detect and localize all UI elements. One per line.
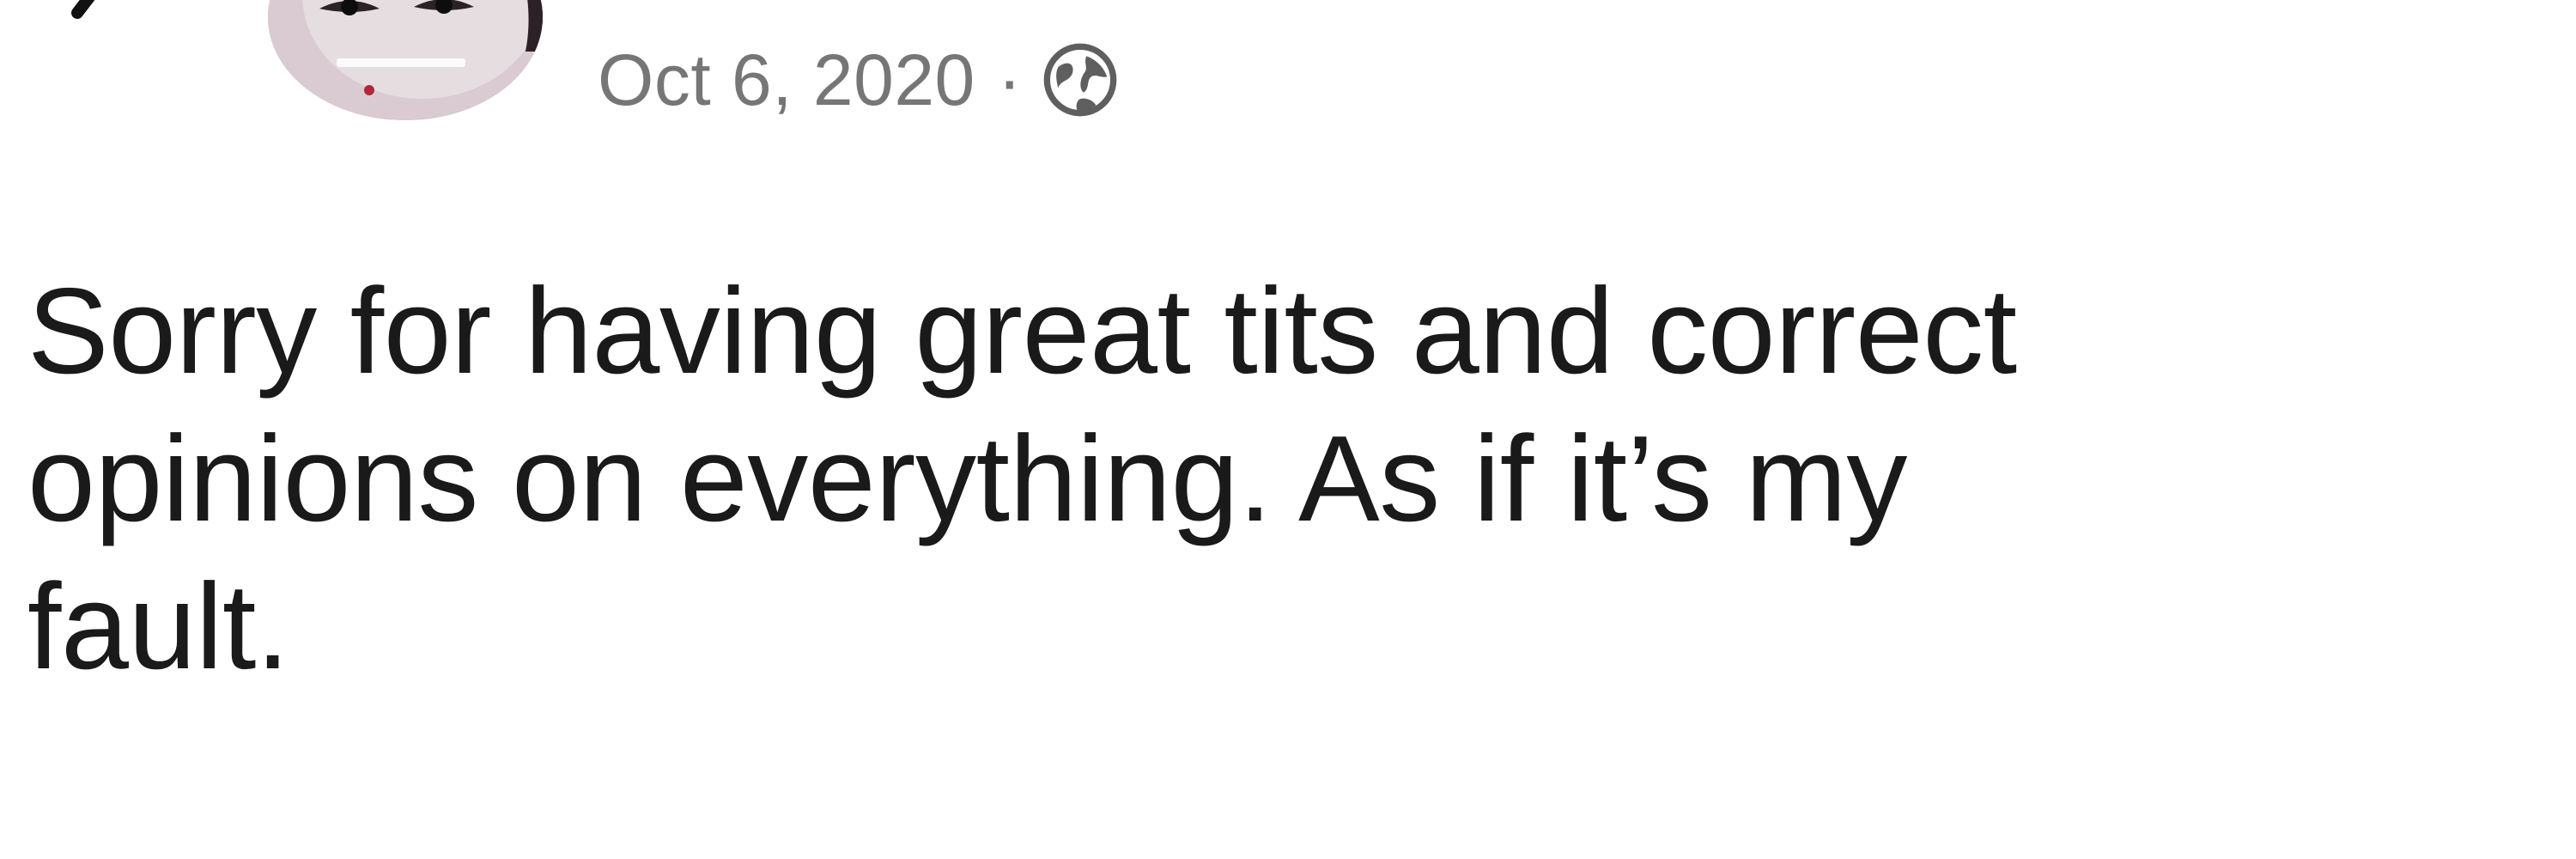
avatar[interactable]: [268, 0, 543, 120]
meta-separator: ·: [997, 39, 1023, 120]
post-text: Sorry for having great tits and correct …: [27, 263, 2017, 695]
post-timestamp[interactable]: Oct 6, 2020: [598, 39, 975, 122]
post-meta: Oct 6, 2020 ·: [598, 33, 1120, 127]
globe-icon[interactable]: [1041, 40, 1120, 119]
back-chevron-icon[interactable]: [60, 0, 137, 43]
